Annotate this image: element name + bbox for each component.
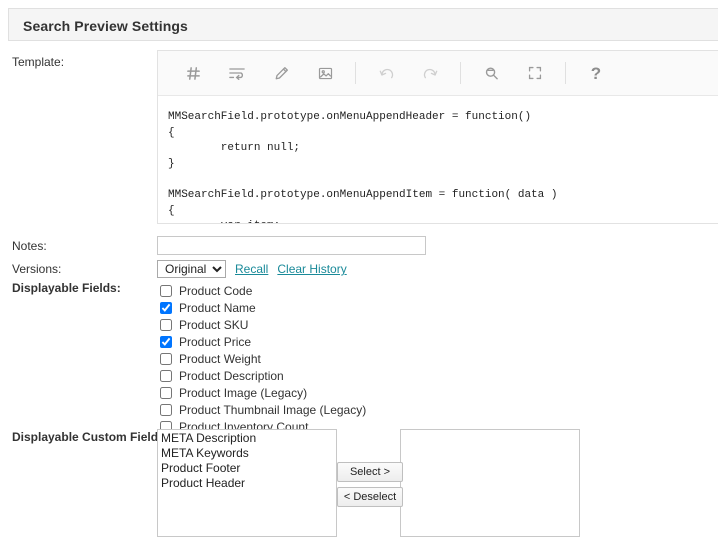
displayable-field-checkbox[interactable]	[160, 386, 172, 399]
displayable-field-checkbox[interactable]	[160, 403, 172, 416]
select-button[interactable]: Select >	[337, 462, 403, 482]
recall-link[interactable]: Recall	[235, 262, 268, 276]
displayable-field-label: Product Code	[179, 283, 253, 298]
notes-label: Notes:	[12, 239, 47, 253]
list-option[interactable]: Product Footer	[161, 461, 336, 476]
list-option[interactable]: META Keywords	[161, 446, 336, 461]
displayable-field-row[interactable]: Product SKU	[160, 317, 366, 332]
displayable-field-row[interactable]: Product Image (Legacy)	[160, 385, 366, 400]
available-custom-fields-listbox[interactable]: META Description META Keywords Product Foo…	[157, 429, 337, 537]
displayable-field-label: Product Image (Legacy)	[179, 385, 308, 400]
clear-history-link[interactable]: Clear History	[277, 262, 346, 276]
displayable-field-row[interactable]: Product Code	[160, 283, 366, 298]
editor-toolbar: ?	[158, 51, 718, 96]
help-icon[interactable]: ?	[579, 58, 613, 88]
displayable-field-row[interactable]: Product Price	[160, 334, 366, 349]
version-select[interactable]: Original	[157, 260, 226, 278]
versions-label: Versions:	[12, 262, 62, 276]
wrap-lines-icon[interactable]	[220, 58, 254, 88]
versions-row: Original Recall Clear History	[157, 260, 347, 278]
displayable-field-checkbox[interactable]	[160, 352, 172, 365]
selected-custom-fields-listbox[interactable]	[400, 429, 580, 537]
toolbar-separator	[460, 62, 461, 84]
displayable-field-row[interactable]: Product Name	[160, 300, 366, 315]
displayable-fields-label: Displayable Fields:	[12, 281, 121, 295]
redo-icon[interactable]	[413, 58, 447, 88]
displayable-field-label: Product Description	[179, 368, 284, 383]
template-code-editor[interactable]: ? MMSearchField.prototype.onMenuAppendHe…	[157, 50, 718, 224]
toolbar-separator	[565, 62, 566, 84]
displayable-custom-fields-label: Displayable Custom Fields:	[12, 430, 169, 444]
undo-icon[interactable]	[369, 58, 403, 88]
notes-input[interactable]	[157, 236, 426, 255]
toolbar-separator	[355, 62, 356, 84]
template-label: Template:	[12, 55, 65, 69]
displayable-field-checkbox[interactable]	[160, 301, 172, 314]
page-title: Search Preview Settings	[23, 18, 188, 34]
displayable-field-checkbox[interactable]	[160, 335, 172, 348]
displayable-field-row[interactable]: Product Description	[160, 368, 366, 383]
template-code-content[interactable]: MMSearchField.prototype.onMenuAppendHead…	[158, 96, 718, 223]
displayable-field-row[interactable]: Product Thumbnail Image (Legacy)	[160, 402, 366, 417]
image-icon[interactable]	[308, 58, 342, 88]
list-option[interactable]: META Description	[161, 431, 336, 446]
displayable-field-checkbox[interactable]	[160, 318, 172, 331]
list-option[interactable]: Product Header	[161, 476, 336, 491]
displayable-field-row[interactable]: Product Weight	[160, 351, 366, 366]
displayable-fields-list: Product Code Product Name Product SKU Produ…	[160, 283, 366, 436]
panel-header: Search Preview Settings	[8, 8, 718, 41]
pencil-icon[interactable]	[264, 58, 298, 88]
fullscreen-icon[interactable]	[518, 58, 552, 88]
displayable-field-label: Product Weight	[179, 351, 261, 366]
displayable-field-checkbox[interactable]	[160, 369, 172, 382]
search-icon[interactable]	[474, 58, 508, 88]
displayable-field-label: Product SKU	[179, 317, 249, 332]
displayable-field-label: Product Price	[179, 334, 252, 349]
displayable-field-checkbox[interactable]	[160, 284, 172, 297]
deselect-button[interactable]: < Deselect	[337, 487, 403, 507]
displayable-field-label: Product Thumbnail Image (Legacy)	[179, 402, 367, 417]
toggle-line-numbers-button[interactable]	[176, 58, 210, 88]
displayable-field-label: Product Name	[179, 300, 256, 315]
transfer-buttons: Select > < Deselect	[337, 462, 403, 512]
